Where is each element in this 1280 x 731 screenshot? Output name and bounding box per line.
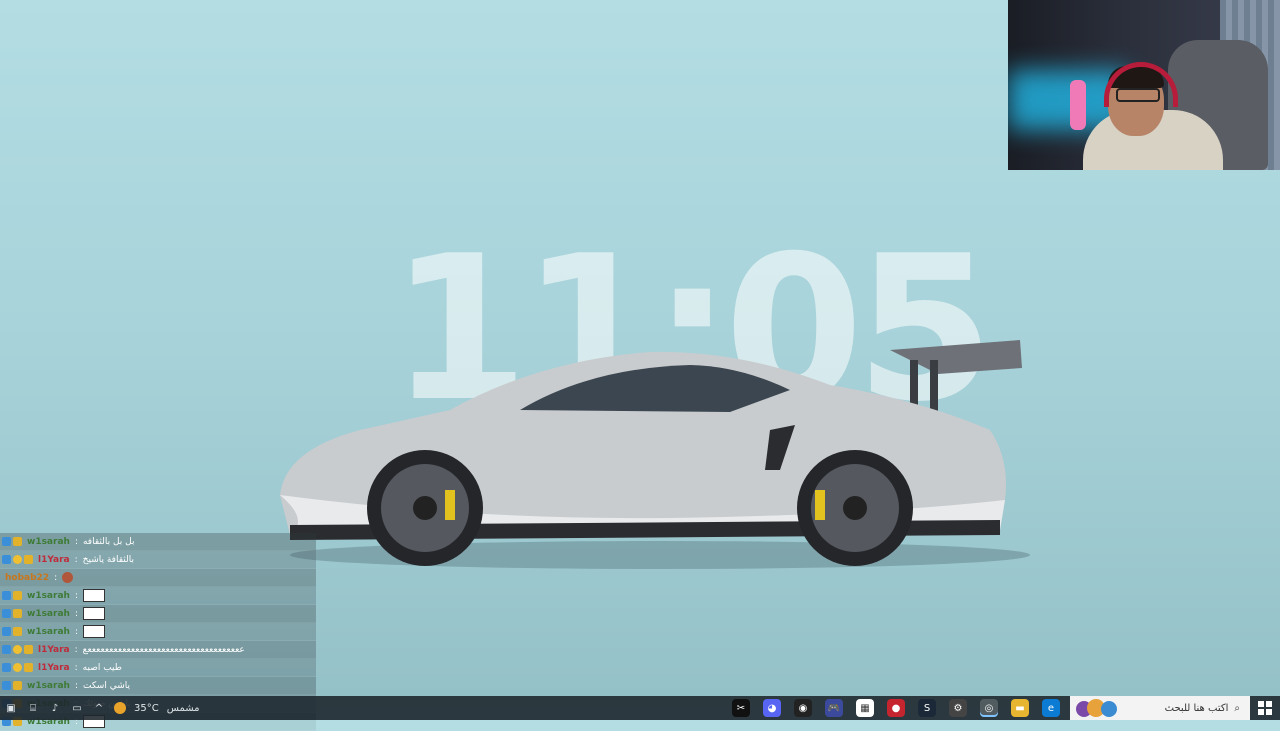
chat-username[interactable]: hobab22: [5, 573, 49, 583]
chat-message-text: ياشي اسكت: [82, 680, 130, 691]
gold-badge-icon: [13, 537, 22, 546]
blue-badge-icon: [2, 663, 11, 672]
chat-separator: :: [74, 626, 78, 637]
capcut-icon[interactable]: ✂: [732, 699, 750, 717]
chat-separator: :: [74, 680, 78, 691]
chat-message-text: بل بل بالثقافه: [82, 536, 135, 547]
record-icon[interactable]: ●: [887, 699, 905, 717]
chat-emote-icon: [82, 589, 105, 602]
gold-badge-icon: [24, 663, 33, 672]
chat-separator: :: [74, 554, 78, 565]
chat-username[interactable]: w1sarah: [27, 537, 70, 547]
chat-username[interactable]: w1sarah: [27, 591, 70, 601]
blue-badge-icon: [2, 555, 11, 564]
chat-username[interactable]: l1Yara: [38, 663, 70, 673]
taskbar-apps: ✂ ◕ ◉ 🎮 ▦ ● S ⚙ ◎ ▬ e: [732, 698, 1060, 718]
blue-badge-icon: [2, 681, 11, 690]
volume-icon[interactable]: ♪: [48, 701, 62, 715]
taskview-icon[interactable]: ▣: [4, 701, 18, 715]
chat-message-row: l1Yara: ععععععععععععععععععععععععععععععععع…: [0, 641, 316, 659]
gold-badge-icon: [24, 645, 33, 654]
chat-message-row: w1sarah:: [0, 623, 316, 641]
chat-separator: :: [54, 572, 58, 583]
weather-condition[interactable]: مشمس: [167, 703, 200, 714]
search-highlight-illustration-icon: [1076, 699, 1117, 717]
coin-badge-icon: [13, 663, 22, 672]
gamepad-icon[interactable]: 🎮: [825, 699, 843, 717]
chat-overlay: w1sarah: بل بل بالثقافه l1Yara: بالثقافة يا…: [0, 533, 316, 731]
settings-icon[interactable]: ⚙: [949, 699, 967, 717]
taskbar-search-box[interactable]: اكتب هنا للبحث ⌕: [1070, 696, 1250, 720]
chat-username[interactable]: l1Yara: [38, 555, 70, 565]
obs-icon[interactable]: ◉: [794, 699, 812, 717]
taskbar: ▣ ⌸ ♪ ▭ ^ 35°C مشمس ✂ ◕ ◉ 🎮 ▦ ● S ⚙ ◎ ▬ e اكتب هنا…: [0, 696, 1280, 720]
chat-separator: :: [74, 590, 78, 601]
gold-badge-icon: [13, 609, 22, 618]
chrome-icon[interactable]: ◎: [980, 699, 998, 717]
chat-message-row: l1Yara: بالثقافة ياشيخ: [0, 551, 316, 569]
webcam-overlay: [1008, 0, 1280, 170]
network-icon[interactable]: ⌸: [26, 701, 40, 715]
coin-badge-icon: [13, 645, 22, 654]
chat-message-row: l1Yara: طيب اصبه: [0, 659, 316, 677]
edge-icon[interactable]: e: [1042, 699, 1060, 717]
chat-separator: :: [74, 536, 78, 547]
chat-emote-icon: [62, 572, 74, 583]
steam-icon[interactable]: S: [918, 699, 936, 717]
chat-username[interactable]: w1sarah: [27, 609, 70, 619]
gold-badge-icon: [13, 591, 22, 600]
gold-badge-icon: [24, 555, 33, 564]
store-icon[interactable]: ▦: [856, 699, 874, 717]
chat-username[interactable]: w1sarah: [27, 627, 70, 637]
blue-badge-icon: [2, 645, 11, 654]
chat-emote-icon: [82, 625, 105, 638]
weather-sun-icon[interactable]: [114, 702, 126, 714]
chat-separator: :: [74, 644, 78, 655]
chevron-up-icon[interactable]: ^: [92, 701, 106, 715]
chat-message-text: طيب اصبه: [82, 662, 122, 673]
discord-icon[interactable]: ◕: [763, 699, 781, 717]
chat-message-row: w1sarah: بل بل بالثقافه: [0, 533, 316, 551]
chat-message-row: w1sarah: ياشي اسكت: [0, 677, 316, 695]
chat-separator: :: [74, 608, 78, 619]
folder-icon[interactable]: ▬: [1011, 699, 1029, 717]
gold-badge-icon: [13, 627, 22, 636]
display-icon[interactable]: ▭: [70, 701, 84, 715]
blue-badge-icon: [2, 609, 11, 618]
windows-start-icon[interactable]: [1258, 701, 1272, 715]
search-icon: ⌕: [1234, 702, 1240, 714]
chat-username[interactable]: w1sarah: [27, 681, 70, 691]
chat-message-text: ععععععععععععععععععععععععععععععععععععع: [82, 644, 245, 655]
blue-badge-icon: [2, 591, 11, 600]
wallpaper-car-image: [280, 340, 1030, 569]
chat-emote-icon: [82, 607, 105, 620]
taskbar-tray: ▣ ⌸ ♪ ▭ ^ 35°C مشمس: [4, 700, 200, 716]
blue-badge-icon: [2, 537, 11, 546]
chat-message-row: hobab22:: [0, 569, 316, 587]
weather-temp[interactable]: 35°C: [134, 703, 159, 714]
chat-username[interactable]: l1Yara: [38, 645, 70, 655]
chat-message-text: بالثقافة ياشيخ: [82, 554, 134, 565]
gold-badge-icon: [13, 681, 22, 690]
chat-message-row: w1sarah:: [0, 605, 316, 623]
blue-badge-icon: [2, 627, 11, 636]
coin-badge-icon: [13, 555, 22, 564]
search-placeholder: اكتب هنا للبحث: [1164, 702, 1229, 714]
chat-message-row: w1sarah:: [0, 587, 316, 605]
chat-separator: :: [74, 662, 78, 673]
